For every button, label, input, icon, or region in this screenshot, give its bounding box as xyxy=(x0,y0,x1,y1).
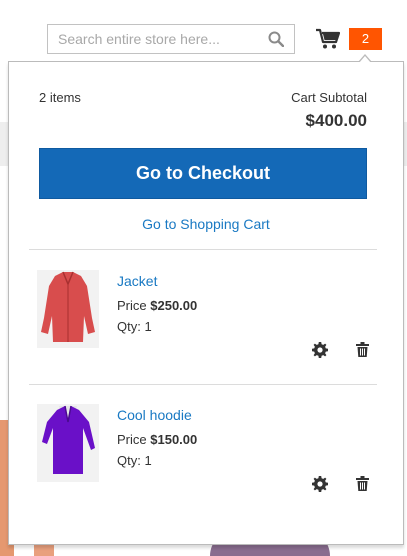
cart-counter-badge[interactable]: 2 xyxy=(349,28,382,50)
qty-value: 1 xyxy=(144,453,152,468)
qty-value: 1 xyxy=(144,319,152,334)
minicart-dropdown: 2 items Cart Subtotal $400.00 Go to Chec… xyxy=(8,54,404,545)
subtotal-label: Cart Subtotal xyxy=(291,90,367,105)
price-label: Price xyxy=(117,298,147,313)
price-label: Price xyxy=(117,432,147,447)
product-thumbnail[interactable] xyxy=(37,404,99,482)
divider xyxy=(29,249,377,250)
view-cart-link[interactable]: Go to Shopping Cart xyxy=(9,216,403,232)
product-name-link[interactable]: Cool hoodie xyxy=(117,407,192,423)
list-item: Jacket Price $250.00 Qty: 1 xyxy=(29,270,377,400)
product-price: Price $250.00 xyxy=(117,298,197,313)
edit-gear-icon[interactable] xyxy=(312,476,328,497)
product-price: Price $150.00 xyxy=(117,432,197,447)
price-value: $150.00 xyxy=(150,432,198,447)
shopping-cart-icon[interactable] xyxy=(316,28,341,55)
search-input[interactable] xyxy=(48,25,258,53)
qty-label: Qty: xyxy=(117,453,141,468)
search-icon[interactable] xyxy=(268,31,285,52)
subtotal-amount: $400.00 xyxy=(305,111,367,130)
product-qty: Qty: 1 xyxy=(117,319,152,334)
product-name-link[interactable]: Jacket xyxy=(117,273,157,289)
edit-gear-icon[interactable] xyxy=(312,342,328,363)
delete-trash-icon[interactable] xyxy=(356,476,369,496)
qty-label: Qty: xyxy=(117,319,141,334)
search-box xyxy=(47,24,295,54)
checkout-button[interactable]: Go to Checkout xyxy=(39,148,367,199)
items-count: 2 items xyxy=(39,90,81,105)
delete-trash-icon[interactable] xyxy=(356,342,369,362)
price-value: $250.00 xyxy=(150,298,198,313)
product-thumbnail[interactable] xyxy=(37,270,99,348)
list-item: Cool hoodie Price $150.00 Qty: 1 xyxy=(29,404,377,534)
divider xyxy=(29,384,377,385)
product-qty: Qty: 1 xyxy=(117,453,152,468)
dropdown-arrow xyxy=(359,56,371,63)
